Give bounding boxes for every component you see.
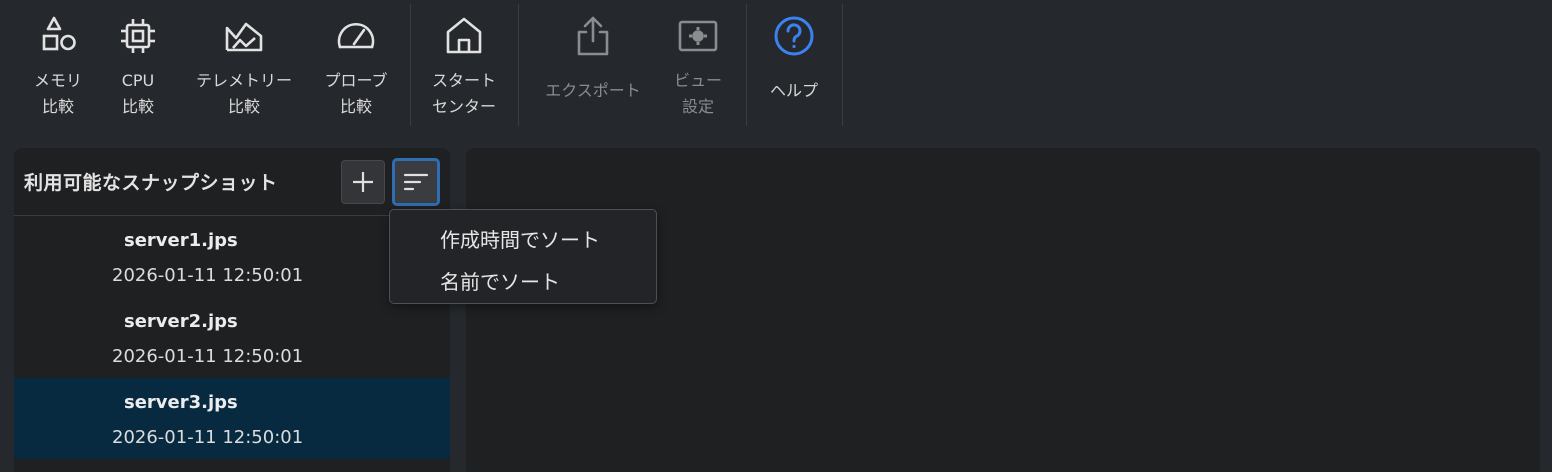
export-label: エクスポート: [545, 81, 641, 100]
export-button[interactable]: エクスポート: [532, 0, 654, 128]
export-share-icon: [571, 14, 615, 58]
view-settings-label-1: ビュー: [673, 71, 722, 90]
start-center-button[interactable]: スタート センター: [422, 0, 506, 128]
help-circle-icon: [772, 14, 816, 58]
cpu-compare-label-2: 比較: [121, 97, 154, 116]
help-label: ヘルプ: [769, 81, 818, 100]
toolbar-separator: [410, 4, 411, 126]
toolbar: メモリ 比較 CPU 比較 テレメトリー 比較 プローブ 比較 スタート センタ…: [0, 0, 1552, 128]
snapshot-list-item[interactable]: server2.jps 2026-01-11 12:50:01: [14, 297, 450, 378]
view-settings-icon: [676, 14, 720, 58]
start-center-label-2: センター: [431, 97, 496, 116]
telemetry-compare-label-2: 比較: [227, 97, 260, 116]
snapshots-panel: 利用可能なスナップショット server1.jps 2026-01-11 12:…: [14, 148, 450, 472]
view-settings-label-2: 設定: [681, 97, 714, 116]
snapshot-list: server1.jps 2026-01-11 12:50:01 server2.…: [14, 216, 450, 459]
sort-by-created-time-label: 作成時間でソート: [440, 228, 600, 252]
sort-by-name-item[interactable]: 名前でソート: [390, 258, 656, 298]
snapshot-list-item-selected[interactable]: server3.jps 2026-01-11 12:50:01: [14, 378, 450, 459]
cpu-chip-icon: [116, 14, 160, 58]
shapes-icon: [36, 14, 80, 58]
content-panel: [466, 148, 1540, 472]
cpu-compare-button[interactable]: CPU 比較: [104, 0, 172, 128]
cpu-compare-label-1: CPU: [121, 71, 155, 90]
probe-compare-button[interactable]: プローブ 比較: [314, 0, 398, 128]
snapshot-name: server1.jps: [124, 230, 238, 251]
telemetry-compare-label-1: テレメトリー: [195, 71, 292, 90]
snapshot-name: server2.jps: [124, 311, 238, 332]
home-icon: [442, 14, 486, 58]
telemetry-compare-button[interactable]: テレメトリー 比較: [184, 0, 304, 128]
sort-by-created-time-item[interactable]: 作成時間でソート: [390, 216, 656, 256]
memory-compare-button[interactable]: メモリ 比較: [20, 0, 96, 128]
plus-icon: [353, 172, 373, 192]
snapshot-name: server3.jps: [124, 392, 238, 413]
probe-compare-label-1: プローブ: [324, 71, 388, 90]
memory-compare-label-1: メモリ: [33, 71, 82, 90]
sort-lines-icon: [403, 173, 429, 191]
toolbar-separator: [842, 4, 843, 126]
add-snapshot-button[interactable]: [341, 160, 385, 204]
gauge-icon: [334, 14, 378, 58]
snapshot-timestamp: 2026-01-11 12:50:01: [112, 346, 304, 367]
telemetry-chart-icon: [222, 14, 266, 58]
view-settings-button[interactable]: ビュー 設定: [660, 0, 736, 128]
probe-compare-label-2: 比較: [339, 97, 372, 116]
snapshot-list-item[interactable]: server1.jps 2026-01-11 12:50:01: [14, 216, 450, 297]
sort-button[interactable]: [392, 158, 440, 206]
snapshot-timestamp: 2026-01-11 12:50:01: [112, 265, 304, 286]
start-center-label-1: スタート: [431, 71, 496, 90]
toolbar-separator: [518, 4, 519, 126]
memory-compare-label-2: 比較: [41, 97, 74, 116]
snapshot-timestamp: 2026-01-11 12:50:01: [112, 427, 304, 448]
help-button[interactable]: ヘルプ: [758, 0, 830, 128]
sort-dropdown-menu: 作成時間でソート 名前でソート: [389, 209, 657, 304]
toolbar-separator: [746, 4, 747, 126]
snapshots-panel-header: 利用可能なスナップショット: [14, 148, 450, 216]
sort-by-name-label: 名前でソート: [440, 270, 560, 294]
snapshots-panel-title: 利用可能なスナップショット: [24, 172, 278, 194]
